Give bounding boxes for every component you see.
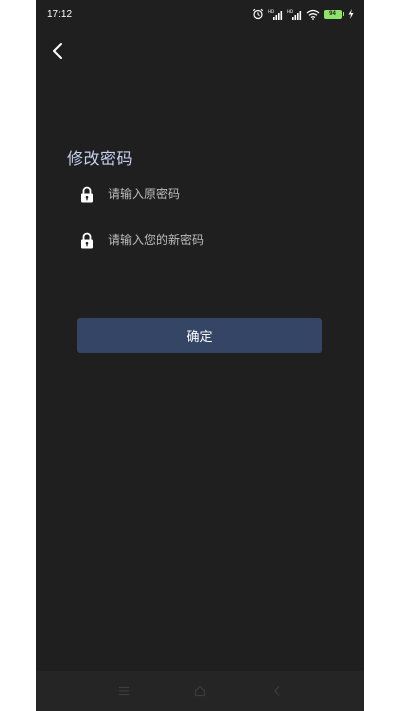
status-time: 17:12 bbox=[47, 9, 73, 20]
lock-icon bbox=[78, 230, 96, 250]
old-password-input[interactable] bbox=[108, 184, 328, 204]
back-icon[interactable] bbox=[269, 683, 285, 699]
battery-icon: 94 bbox=[323, 9, 344, 19]
confirm-button[interactable]: 确定 bbox=[77, 318, 322, 353]
signal-hd-icon: HD bbox=[287, 9, 302, 20]
back-button[interactable] bbox=[46, 38, 70, 64]
signal-hd-icon: HD bbox=[268, 9, 283, 20]
charging-icon bbox=[348, 9, 354, 19]
new-password-field bbox=[78, 228, 328, 252]
battery-level: 94 bbox=[323, 9, 342, 19]
lock-icon bbox=[78, 184, 96, 204]
status-bar: 17:12 HD HD 94 bbox=[36, 0, 364, 28]
status-icons: HD HD 94 bbox=[252, 7, 355, 21]
svg-text:HD: HD bbox=[287, 9, 293, 14]
chevron-left-icon bbox=[53, 43, 62, 59]
alarm-icon bbox=[252, 8, 264, 20]
wifi-icon bbox=[306, 9, 320, 20]
nav-bar bbox=[36, 671, 364, 711]
svg-text:HD: HD bbox=[268, 9, 274, 14]
menu-icon[interactable] bbox=[116, 683, 132, 699]
home-icon[interactable] bbox=[192, 683, 208, 699]
app-screen: 17:12 HD HD 94 修改密码 确定 bbox=[36, 0, 364, 711]
old-password-field bbox=[78, 182, 328, 206]
new-password-input[interactable] bbox=[108, 230, 328, 250]
page-title: 修改密码 bbox=[67, 149, 134, 168]
